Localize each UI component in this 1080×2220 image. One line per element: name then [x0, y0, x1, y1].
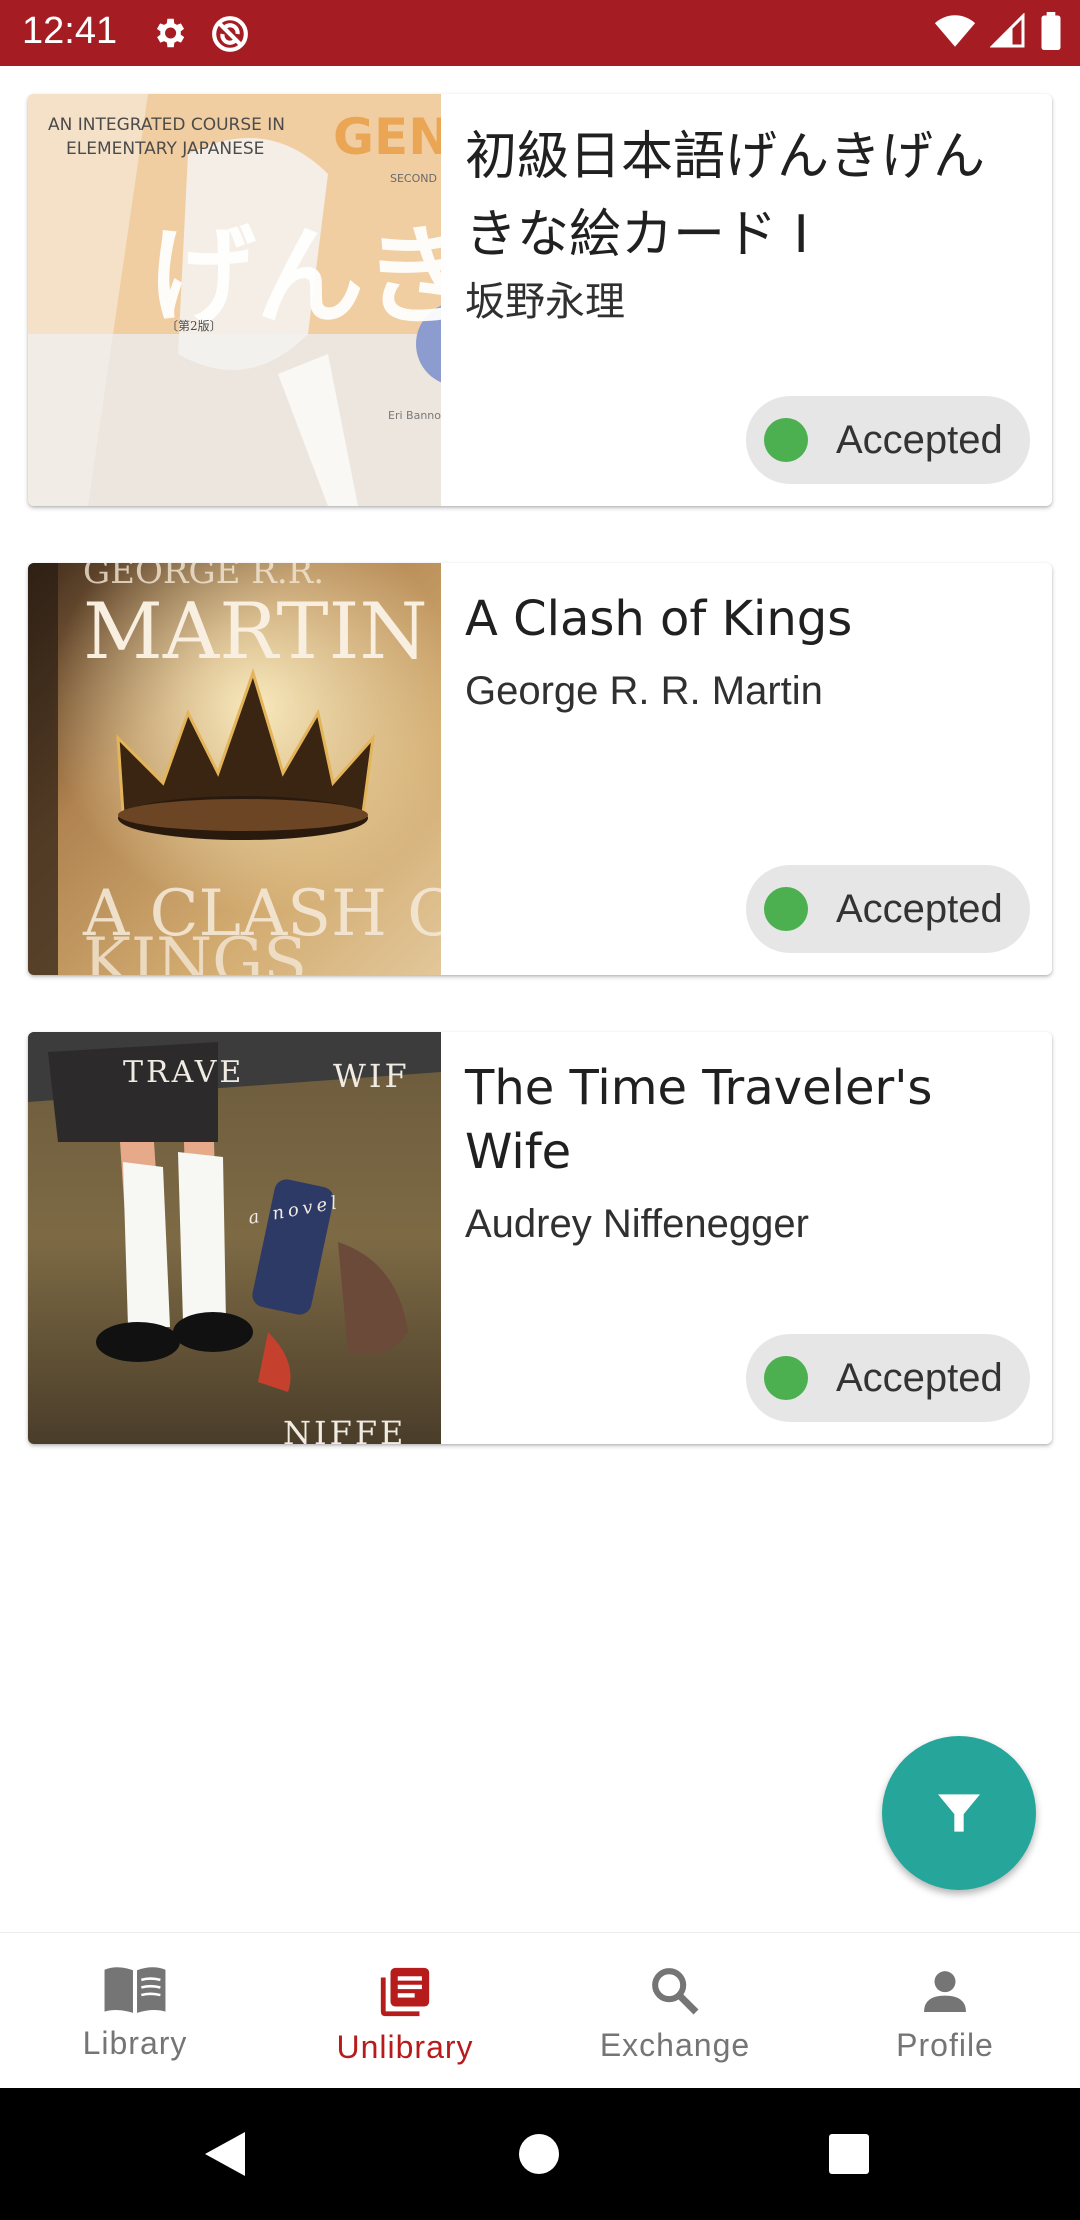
home-icon[interactable] — [518, 2133, 560, 2175]
gear-icon — [156, 18, 185, 48]
book-cover-image: AN INTEGRATED COURSE IN ELEMENTARY JAPAN… — [28, 94, 441, 506]
person-icon — [924, 1971, 966, 2012]
svg-text:KINGS: KINGS — [83, 925, 307, 975]
book-cover-image: GEORGE R.R. MARTIN A CLASH OF KINGS — [28, 563, 441, 975]
book-author: 坂野永理 — [465, 280, 625, 324]
status-label: Accepted — [836, 1355, 1003, 1400]
svg-text:WIF: WIF — [333, 1057, 410, 1095]
recents-icon[interactable] — [829, 2134, 869, 2174]
book-card[interactable]: GEORGE R.R. MARTIN A CLASH OF KINGS A Cl… — [28, 563, 1052, 975]
wifi-icon — [934, 15, 976, 47]
cell-signal-icon — [990, 13, 1025, 48]
book-list: AN INTEGRATED COURSE IN ELEMENTARY JAPAN… — [0, 66, 1080, 1932]
status-dot — [764, 887, 808, 931]
book-card[interactable]: TRAVE WIF a novel NIFFE The Time Travele… — [28, 1032, 1052, 1444]
status-badge: Accepted — [746, 865, 1030, 953]
library-books-icon — [380, 1967, 430, 2017]
status-label: Accepted — [836, 417, 1003, 462]
nav-item-exchange[interactable]: Exchange — [540, 1933, 810, 2088]
status-bar: 12:41 — [0, 0, 1080, 66]
nav-item-unlibrary[interactable]: Unlibrary — [270, 1933, 540, 2088]
nav-label: Profile — [896, 2027, 994, 2063]
bottom-navigation: Library Unlibrary Exchange Profile — [0, 1932, 1080, 2088]
nav-label: Exchange — [599, 2027, 751, 2063]
nav-label: Library — [82, 2025, 188, 2061]
back-icon[interactable] — [203, 2130, 247, 2178]
search-icon — [652, 1968, 699, 2015]
nav-item-library[interactable]: Library — [0, 1933, 270, 2088]
svg-text:TRAVE: TRAVE — [123, 1055, 244, 1090]
book-cover-image: TRAVE WIF a novel NIFFE — [28, 1032, 441, 1444]
battery-icon — [1041, 12, 1061, 50]
book-open-icon — [104, 1967, 166, 2013]
filter-button[interactable] — [882, 1736, 1036, 1890]
svg-text:NIFFE: NIFFE — [283, 1414, 406, 1444]
filter-icon — [938, 1794, 980, 1832]
status-time: 12:41 — [22, 10, 118, 52]
book-card[interactable]: AN INTEGRATED COURSE IN ELEMENTARY JAPAN… — [28, 94, 1052, 506]
book-title: A Clash of Kings — [465, 591, 853, 647]
status-badge: Accepted — [746, 396, 1030, 484]
status-dot — [764, 1356, 808, 1400]
no-sync-icon — [212, 16, 248, 52]
status-badge: Accepted — [746, 1334, 1030, 1422]
svg-text:MARTIN: MARTIN — [83, 587, 428, 677]
system-navigation-bar — [0, 2088, 1080, 2220]
book-title: The Time Traveler's Wife — [465, 1060, 933, 1180]
nav-label: Unlibrary — [336, 2029, 474, 2065]
book-author: George R. R. Martin — [465, 669, 823, 713]
book-author: Audrey Niffenegger — [465, 1202, 809, 1246]
status-dot — [764, 418, 808, 462]
nav-item-profile[interactable]: Profile — [810, 1933, 1080, 2088]
status-label: Accepted — [836, 886, 1003, 931]
book-title: 初級日本語げんきげんきな絵カード I — [465, 127, 986, 265]
